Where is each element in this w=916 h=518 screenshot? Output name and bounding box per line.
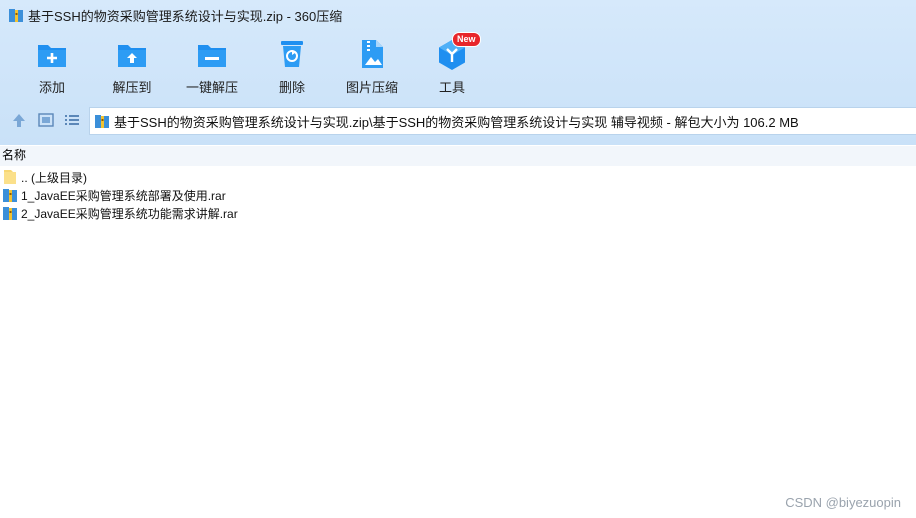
rar-archive-icon — [2, 205, 18, 221]
image-compress-icon — [356, 38, 388, 70]
rar-archive-icon — [2, 187, 18, 203]
watermark: CSDN @biyezuopin — [785, 495, 901, 510]
window-title: 基于SSH的物资采购管理系统设计与实现.zip - 360压缩 — [28, 8, 343, 24]
list-item-name: 2_JavaEE采购管理系统功能需求讲解.rar — [21, 206, 238, 221]
extract-to-button[interactable]: 解压到 — [92, 36, 172, 98]
list-item[interactable]: .. (上级目录) — [2, 168, 87, 186]
new-badge: New — [452, 32, 481, 47]
extract-to-icon — [116, 38, 148, 70]
delete-label: 删除 — [278, 80, 305, 95]
add-button[interactable]: 添加 — [12, 36, 92, 98]
add-folder-icon — [36, 38, 68, 70]
list-item-name: 1_JavaEE采购管理系统部署及使用.rar — [21, 188, 226, 203]
app-archive-icon — [8, 7, 24, 23]
list-item[interactable]: 1_JavaEE采购管理系统部署及使用.rar — [2, 186, 226, 204]
image-compress-label: 图片压缩 — [345, 80, 398, 95]
list-item-name: .. (上级目录) — [21, 170, 87, 185]
address-bar[interactable]: 基于SSH的物资采购管理系统设计与实现.zip\基于SSH的物资采购管理系统设计… — [89, 107, 916, 135]
delete-button[interactable]: 删除 — [252, 36, 332, 98]
one-click-extract-label: 一键解压 — [185, 80, 238, 95]
folder-icon — [2, 169, 18, 185]
one-click-extract-icon — [196, 38, 228, 70]
navigation-row: 基于SSH的物资采购管理系统设计与实现.zip\基于SSH的物资采购管理系统设计… — [0, 105, 916, 135]
one-click-extract-button[interactable]: 一键解压 — [172, 36, 252, 98]
tools-icon: New — [436, 32, 481, 70]
address-path: 基于SSH的物资采购管理系统设计与实现.zip\基于SSH的物资采购管理系统设计… — [114, 114, 799, 130]
toolbar: 添加 解压到 一键解压 删除 图片压缩 New 工具 — [0, 32, 916, 100]
recycle-bin-icon — [276, 38, 308, 70]
title-bar: 基于SSH的物资采购管理系统设计与实现.zip - 360压缩 — [0, 0, 916, 30]
list-item[interactable]: 2_JavaEE采购管理系统功能需求讲解.rar — [2, 204, 238, 222]
extract-to-label: 解压到 — [112, 80, 152, 95]
archive-path-icon — [94, 113, 110, 129]
add-label: 添加 — [38, 80, 65, 95]
top-panel: 基于SSH的物资采购管理系统设计与实现.zip - 360压缩 添加 解压到 一… — [0, 0, 916, 145]
list-view-icon[interactable] — [63, 111, 81, 129]
up-arrow-icon[interactable] — [10, 111, 28, 129]
image-compress-button[interactable]: 图片压缩 — [332, 36, 412, 98]
thumbnail-view-icon[interactable] — [37, 111, 55, 129]
column-header-name[interactable]: 名称 — [0, 146, 916, 166]
tools-button[interactable]: New 工具 — [412, 32, 492, 98]
tools-label: 工具 — [438, 80, 465, 95]
